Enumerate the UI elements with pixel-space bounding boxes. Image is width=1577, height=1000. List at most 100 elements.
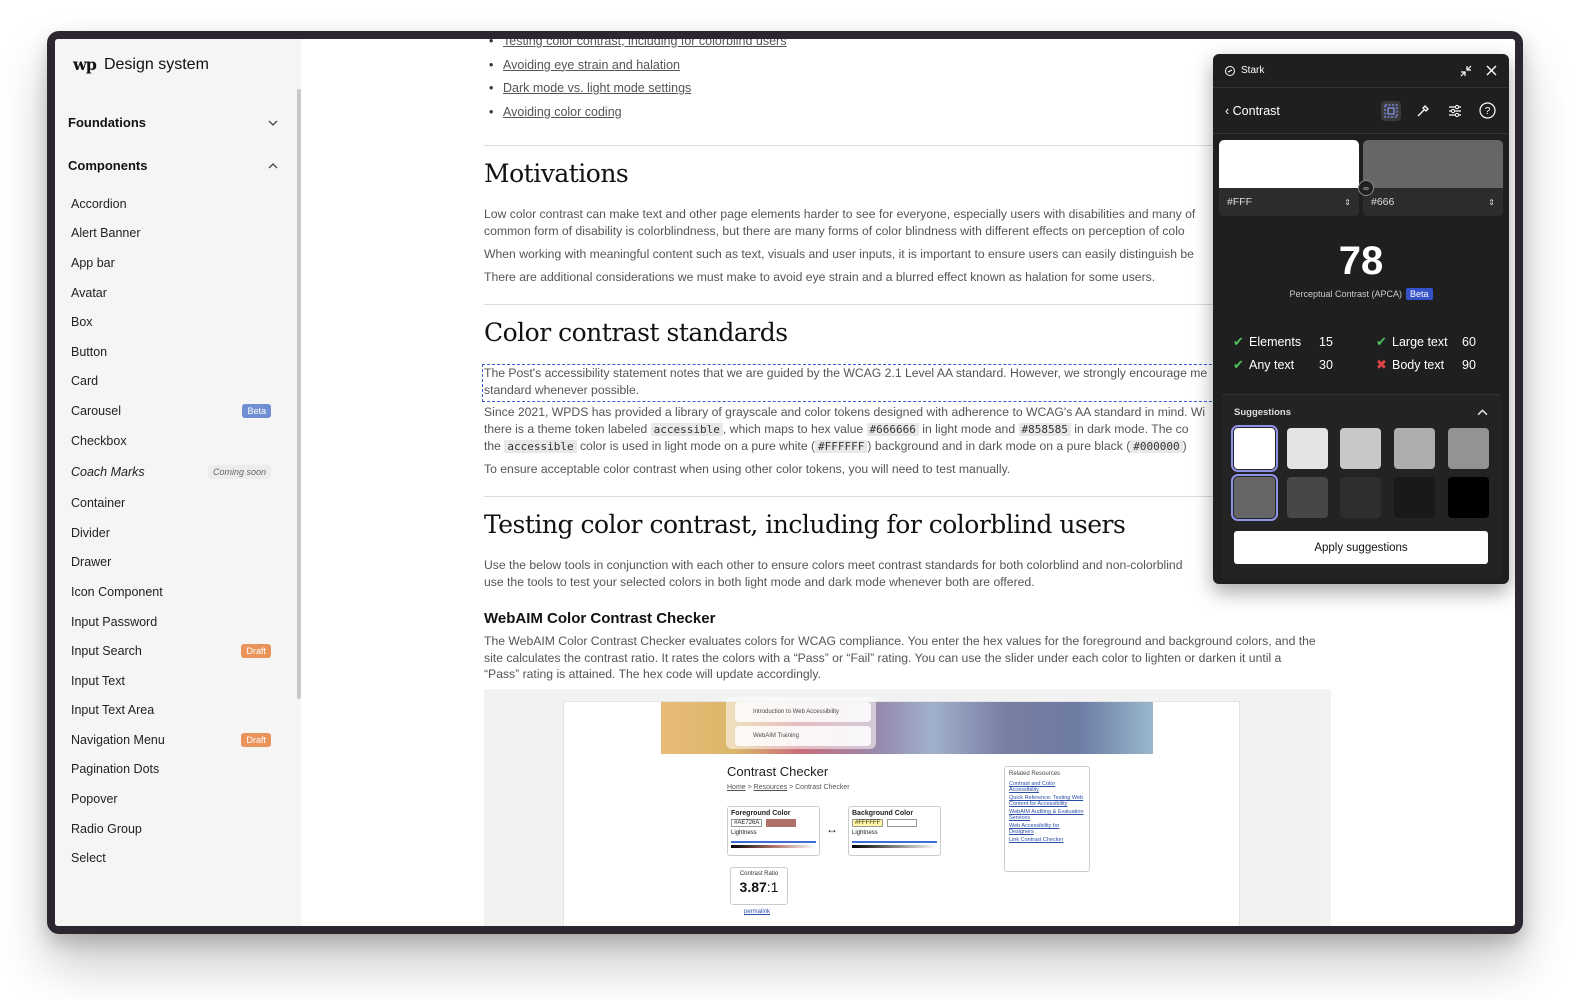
chevron-up-icon[interactable] [1477,407,1488,418]
background-hex[interactable]: #666 [1371,196,1394,208]
suggestion-swatch[interactable] [1287,428,1328,469]
close-icon[interactable] [1486,65,1497,76]
pill-label: Introduction to Web Accessibility [753,709,839,715]
result-value: 30 [1319,358,1333,372]
ratio-value: 3.87 [739,879,767,895]
toc-link[interactable]: Avoiding color coding [489,105,786,129]
link-colors-icon[interactable]: ∞ [1358,180,1374,196]
sidebar-item-divider[interactable]: Divider [71,518,271,548]
sidebar-item-popover[interactable]: Popover [71,784,271,814]
bg-swatch [887,819,918,827]
text: site calculates the contrast ratio. It r… [484,650,1282,665]
sidebar-item-card[interactable]: Card [71,367,271,397]
result-label: Any text [1249,358,1295,372]
related-title: Related Resources [1009,771,1061,777]
tokens-library-link[interactable]: a library of grayscale and color tokens [665,405,870,419]
site-title: Design system [103,55,209,73]
screenshot-page: Introduction to Web Accessibility WebAIM… [563,697,1240,926]
suggestion-swatch[interactable] [1448,428,1489,469]
nav-section-foundations[interactable]: Foundations [68,115,278,130]
sidebar-item-button[interactable]: Button [71,337,271,367]
svg-text:?: ? [1484,106,1490,117]
settings-sliders-icon[interactable] [1445,101,1465,121]
wp-logo-mark: wp [73,55,97,74]
breadcrumb: Home > Resources > Contrast Checker [727,784,850,791]
eyedropper-icon[interactable] [1413,101,1433,121]
foreground-swatch[interactable]: #FFF ⇕ [1219,140,1359,216]
background-color-box: Background Color #FFFFFF Lightness [848,806,941,856]
background-swatch[interactable]: #666 ⇕ [1363,140,1503,216]
suggestions-title: Suggestions [1234,407,1292,418]
text: notes that we are guided by the [666,366,844,380]
toc-link[interactable]: Avoiding eye strain and halation [489,58,786,82]
training-pill: WebAIM Training [735,726,871,746]
suggestion-swatch[interactable] [1231,425,1278,472]
sidebar-item-navigation-menu[interactable]: Navigation Menu Draft [71,725,271,755]
sidebar-item-select[interactable]: Select [71,843,271,873]
foreground-hex[interactable]: #FFF [1227,196,1252,208]
minimize-icon[interactable] [1460,65,1472,77]
sidebar-item-alert-banner[interactable]: Alert Banner [71,219,271,249]
suggestion-swatch[interactable] [1394,428,1435,469]
help-icon[interactable]: ? [1477,101,1497,121]
sidebar-item-container[interactable]: Container [71,488,271,518]
sidebar-item-radio-group[interactable]: Radio Group [71,814,271,844]
suggestion-swatch[interactable] [1340,477,1381,518]
text: . However, we strongly encourage me [1003,366,1208,380]
sidebar-item-checkbox[interactable]: Checkbox [71,426,271,456]
wcag-standard-link[interactable]: WCAG 2.1 Level AA standard [843,366,1003,380]
toc-link[interactable]: Dark mode vs. light mode settings [489,81,786,105]
components-nav-list: Accordion Alert Banner App bar Avatar Bo… [71,189,271,873]
table-of-contents: Testing color contrast, including for co… [489,39,786,129]
result-value: 60 [1462,335,1476,349]
text: there is a theme token labeled [484,421,651,436]
accessibility-statement-link[interactable]: accessibility statement [545,366,667,380]
sidebar-item-input-text-area[interactable]: Input Text Area [71,696,271,726]
sidebar-item-box[interactable]: Box [71,307,271,337]
webaim-paragraph: The WebAIM Color Contrast Checker evalua… [484,633,1334,683]
nav-section-components[interactable]: Components [68,158,278,173]
suggestion-swatch[interactable] [1340,428,1381,469]
sidebar-item-drawer[interactable]: Drawer [71,548,271,578]
sidebar-item-carousel[interactable]: Carousel Beta [71,396,271,426]
webaim-checker-link[interactable]: WebAIM Color Contrast Checker [508,634,685,648]
sidebar-item-label: Input Search [71,644,142,659]
back-label: Contrast [1232,103,1280,118]
suggestion-swatch[interactable] [1287,477,1328,518]
sidebar-item-icon-component[interactable]: Icon Component [71,577,271,607]
apply-suggestions-button[interactable]: Apply suggestions [1234,531,1488,564]
stepper-icon[interactable]: ⇕ [1488,198,1495,207]
back-button[interactable]: ‹ Contrast [1225,104,1369,118]
suggestion-swatch[interactable] [1448,477,1489,518]
inline-code: #858585 [1018,422,1071,436]
chevron-down-icon [268,120,278,126]
sidebar-item-label: Card [71,374,99,389]
sidebar-item-label: Button [71,344,108,359]
sidebar-item-input-search[interactable]: Input Search Draft [71,636,271,666]
sidebar-item-app-bar[interactable]: App bar [71,248,271,278]
text: ) background and in dark mode on a pure … [867,439,1131,453]
banner-image: Introduction to Web Accessibility WebAIM… [661,697,1153,754]
sidebar-item-avatar[interactable]: Avatar [71,278,271,308]
breadcrumb-home: Home [727,784,746,791]
sidebar-item-coach-marks[interactable]: Coach Marks Coming soon [71,455,271,488]
stepper-icon[interactable]: ⇕ [1344,198,1351,207]
sidebar-item-input-text[interactable]: Input Text [71,666,271,696]
suggestion-swatch[interactable] [1231,474,1278,521]
select-layer-icon[interactable] [1381,100,1401,121]
sidebar-item-pagination-dots[interactable]: Pagination Dots [71,755,271,785]
site-logo[interactable]: wp Design system [73,55,209,74]
standard-link[interactable]: standard [484,383,531,397]
toc-link[interactable]: Testing color contrast, including for co… [489,39,786,58]
divider [484,496,1244,497]
text-line: use the tools to test your selected colo… [484,574,1035,589]
suggestions-header[interactable]: Suggestions [1234,407,1488,418]
motivations-paragraph-1: Low color contrast can make text and oth… [484,206,1334,239]
suggestion-swatch[interactable] [1394,477,1435,518]
sidebar-item-accordion[interactable]: Accordion [71,189,271,219]
stark-toolbar: ‹ Contrast ? [1213,88,1509,134]
sidebar-item-input-password[interactable]: Input Password [71,607,271,637]
ratio-suffix: :1 [766,879,779,895]
status-badge: Draft [241,644,271,659]
sidebar-item-label: Pagination Dots [71,762,160,777]
